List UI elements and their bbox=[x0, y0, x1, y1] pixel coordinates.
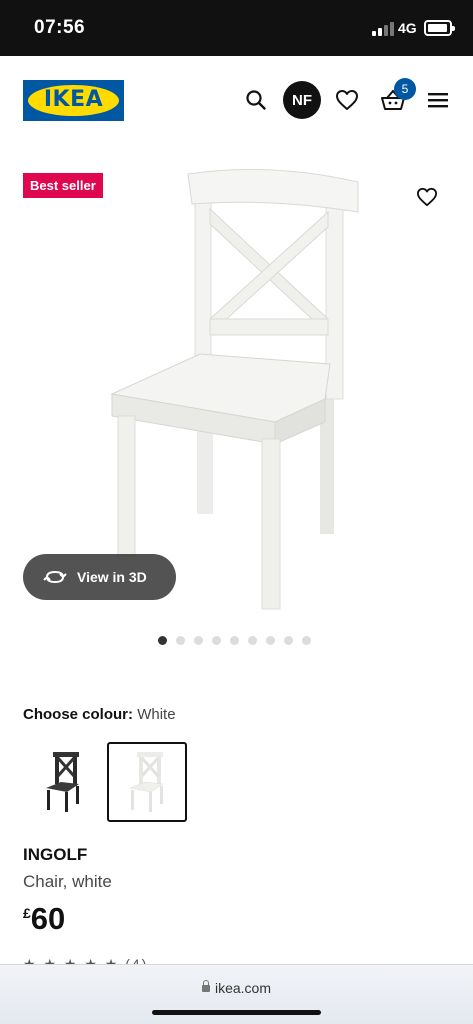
url-display[interactable]: ikea.com bbox=[0, 980, 473, 996]
pagination-dot[interactable] bbox=[158, 636, 167, 645]
browser-address-bar[interactable]: ikea.com bbox=[0, 964, 473, 1024]
cart-count-badge: 5 bbox=[394, 78, 416, 100]
ikea-logo[interactable]: IKEA bbox=[23, 80, 124, 121]
search-icon bbox=[246, 90, 266, 110]
product-gallery[interactable]: Best seller View in 3D bbox=[0, 146, 473, 626]
pagination-dot[interactable] bbox=[212, 636, 221, 645]
gallery-pagination bbox=[158, 636, 320, 646]
status-bar: 07:56 4G bbox=[0, 0, 473, 56]
view-in-3d-label: View in 3D bbox=[77, 569, 147, 585]
heart-icon bbox=[416, 187, 437, 207]
home-indicator[interactable] bbox=[152, 1010, 321, 1015]
network-type: 4G bbox=[398, 20, 417, 36]
add-to-favourites-button[interactable] bbox=[410, 180, 444, 214]
view-in-3d-button[interactable]: View in 3D bbox=[23, 554, 176, 600]
favourites-button[interactable] bbox=[329, 82, 365, 118]
account-avatar-button[interactable]: NF bbox=[283, 81, 321, 119]
colour-selector-label: Choose colour: White bbox=[23, 706, 176, 723]
product-name: INGOLF bbox=[23, 845, 88, 864]
status-time: 07:56 bbox=[34, 17, 86, 38]
heart-icon bbox=[336, 90, 358, 110]
best-seller-badge: Best seller bbox=[23, 173, 103, 198]
colour-value: White bbox=[137, 706, 176, 723]
url-text: ikea.com bbox=[214, 980, 272, 996]
lock-icon bbox=[201, 980, 210, 992]
battery-icon bbox=[424, 20, 455, 36]
pagination-dot[interactable] bbox=[266, 636, 275, 645]
pagination-dot[interactable] bbox=[302, 636, 311, 645]
search-button[interactable] bbox=[238, 82, 274, 118]
pagination-dot[interactable] bbox=[176, 636, 185, 645]
rotate-3d-icon bbox=[43, 570, 67, 584]
colour-option-white[interactable] bbox=[107, 742, 187, 822]
signal-icon bbox=[372, 22, 394, 36]
price-value: 60 bbox=[30, 901, 66, 936]
product-price: £60 bbox=[23, 901, 65, 937]
product-description: Chair, white bbox=[23, 872, 112, 891]
pagination-dot[interactable] bbox=[248, 636, 257, 645]
hamburger-menu-icon bbox=[428, 93, 448, 108]
product-image[interactable] bbox=[100, 154, 370, 614]
chair-thumbnail-black bbox=[46, 752, 79, 812]
pagination-dot[interactable] bbox=[230, 636, 239, 645]
menu-button[interactable] bbox=[420, 82, 456, 118]
logo-text: IKEA bbox=[43, 87, 104, 112]
pagination-dot[interactable] bbox=[284, 636, 293, 645]
pagination-dot[interactable] bbox=[194, 636, 203, 645]
price-currency: £ bbox=[23, 905, 31, 921]
colour-label: Choose colour: bbox=[23, 706, 134, 723]
site-header: IKEA NF 5 bbox=[0, 56, 473, 146]
chair-thumbnail-white bbox=[129, 752, 164, 812]
colour-option-black[interactable] bbox=[23, 742, 103, 822]
